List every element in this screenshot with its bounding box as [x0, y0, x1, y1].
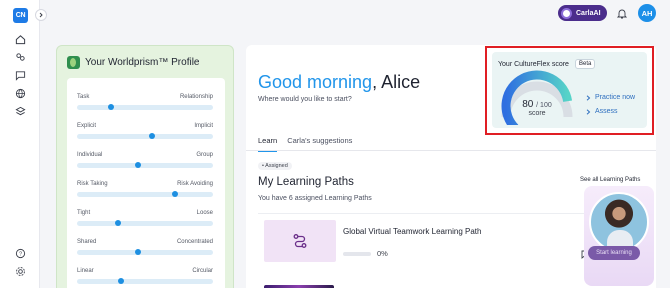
carla-ai-label: CarlaAI	[576, 9, 601, 17]
dimension-slider: Explicit Implicit	[77, 123, 213, 139]
left-rail: CN ?	[0, 0, 40, 288]
profile-title: Your Worldprism™ Profile	[85, 57, 200, 68]
app-logo[interactable]: CN	[13, 8, 28, 23]
globe-icon[interactable]	[14, 87, 26, 99]
profile-header: Your Worldprism™ Profile	[67, 56, 199, 69]
layers-icon[interactable]	[14, 105, 26, 117]
dimension-marker	[135, 162, 142, 168]
dimension-slider: Risk Taking Risk Avoiding	[77, 181, 213, 197]
expand-sidebar-button[interactable]	[35, 9, 47, 21]
see-all-learning-paths-link[interactable]: See all Learning Paths	[580, 177, 640, 183]
dimension-slider: Task Relationship	[77, 94, 213, 110]
dimension-right-label: Group	[196, 152, 213, 158]
dimension-labels: Linear Circular	[77, 268, 213, 274]
settings-icon[interactable]	[14, 265, 26, 277]
dimension-track	[77, 133, 213, 139]
dimension-left-label: Individual	[77, 152, 103, 158]
chevron-right-icon	[586, 94, 591, 101]
learning-path-name: Global Virtual Teamwork Learning Path	[343, 227, 482, 236]
dimension-left-label: Tight	[77, 210, 91, 216]
assess-link[interactable]: Assess	[586, 108, 618, 115]
dimension-track	[77, 104, 213, 110]
chevron-right-icon	[39, 12, 43, 18]
greeting-subtitle: Where would you like to start?	[258, 96, 352, 103]
greeting-highlight: Good morning	[258, 72, 373, 92]
progress-percent: 0%	[377, 249, 388, 258]
carla-logo-icon	[561, 7, 572, 19]
dimension-left-label: Linear	[77, 268, 94, 274]
dimension-labels: Explicit Implicit	[77, 123, 213, 129]
assigned-badge: • Assigned	[258, 162, 292, 170]
dimension-left-label: Explicit	[77, 123, 97, 129]
home-icon[interactable]	[14, 33, 26, 45]
learning-paths-count: You have 6 assigned Learning Paths	[258, 195, 372, 202]
dimension-slider: Individual Group	[77, 152, 213, 168]
bell-icon[interactable]	[617, 8, 627, 19]
help-icon[interactable]: ?	[14, 247, 26, 259]
dimension-slider: Shared Concentrated	[77, 239, 213, 255]
dimension-labels: Tight Loose	[77, 210, 213, 216]
dimension-track	[77, 220, 213, 226]
dimension-marker	[114, 220, 121, 226]
dimension-slider: Linear Circular	[77, 268, 213, 284]
carla-portrait[interactable]	[589, 192, 649, 252]
score-number: 80	[522, 99, 534, 110]
assess-label: Assess	[595, 108, 618, 115]
dimension-right-label: Relationship	[179, 94, 213, 100]
profile-dimensions: Task Relationship Explicit Implicit Individu…	[67, 78, 225, 288]
beta-badge: Beta	[575, 59, 596, 69]
dimension-left-label: Risk Taking	[77, 181, 108, 187]
dimension-labels: Task Relationship	[77, 94, 213, 100]
dimension-track	[77, 162, 213, 168]
dimension-slider: Tight Loose	[77, 210, 213, 226]
dimension-right-label: Concentrated	[176, 239, 213, 245]
worldprism-logo-icon	[67, 56, 80, 69]
dimension-marker	[148, 133, 155, 139]
cultureflex-card: Your CultureFlex score Beta 80 / 100 sco…	[492, 52, 647, 128]
user-avatar[interactable]: AH	[638, 4, 656, 22]
greeting-name: , Alice	[372, 72, 421, 92]
score-label: score	[528, 110, 546, 117]
practice-now-label: Practice now	[595, 94, 636, 101]
tab-divider	[246, 150, 656, 151]
score-max: / 100	[536, 102, 552, 109]
dimension-marker	[135, 249, 142, 255]
start-learning-button[interactable]: Start learning	[588, 246, 640, 260]
dimension-marker	[108, 104, 114, 110]
dimension-track	[77, 278, 213, 284]
dimension-left-label: Shared	[77, 239, 97, 245]
learning-path-thumbnail	[264, 220, 336, 262]
learning-path-progress: 0%	[343, 249, 388, 258]
dimension-right-label: Implicit	[194, 123, 213, 129]
score-value: 80 / 100	[506, 99, 568, 110]
dimension-labels: Risk Taking Risk Avoiding	[77, 181, 213, 187]
chevron-right-icon	[586, 108, 591, 115]
greeting: Good morning, Alice	[258, 72, 420, 93]
progress-bar	[343, 251, 371, 256]
practice-now-link[interactable]: Practice now	[586, 94, 635, 101]
cultureflex-title: Your CultureFlex score	[498, 61, 569, 68]
chat-icon[interactable]	[14, 69, 26, 81]
dimension-labels: Shared Concentrated	[77, 239, 213, 245]
dimension-labels: Individual Group	[77, 152, 213, 158]
worldprism-profile-card: Your Worldprism™ Profile Task Relationshi…	[56, 45, 234, 288]
dimension-marker	[117, 278, 124, 284]
learning-paths-title: My Learning Paths	[258, 176, 354, 188]
svg-text:?: ?	[18, 251, 21, 257]
people-icon[interactable]	[14, 51, 26, 63]
dimension-right-label: Loose	[196, 210, 213, 216]
dimension-track	[77, 249, 213, 255]
dimension-track	[77, 191, 213, 197]
dimension-right-label: Risk Avoiding	[177, 181, 213, 187]
carla-ai-button[interactable]: CarlaAI	[558, 5, 607, 21]
dimension-left-label: Task	[77, 94, 90, 100]
route-icon	[293, 234, 307, 248]
dimension-right-label: Circular	[192, 268, 213, 274]
dimension-marker	[171, 191, 178, 197]
